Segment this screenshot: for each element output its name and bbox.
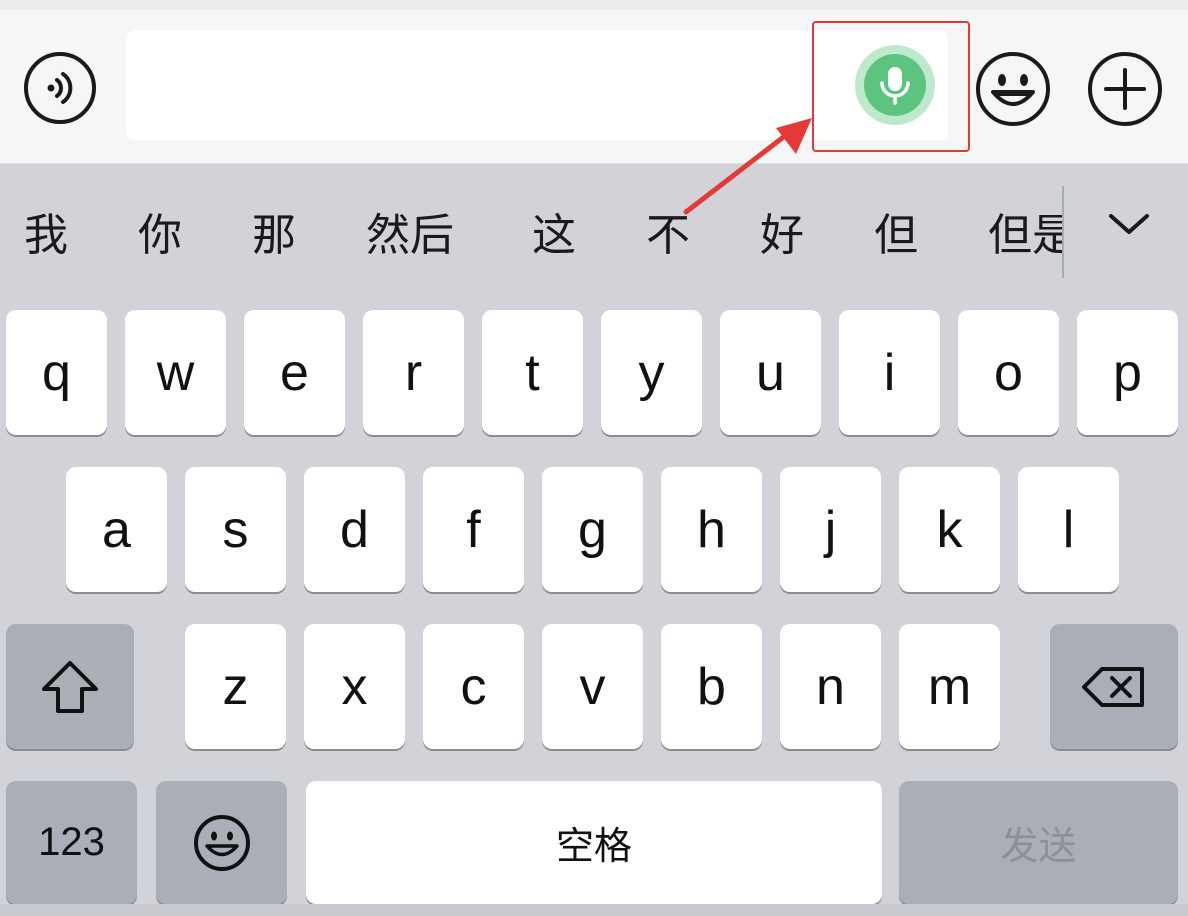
key-s[interactable]: s — [185, 467, 286, 592]
chat-input-bar — [0, 0, 1188, 164]
key-a[interactable]: a — [66, 467, 167, 592]
bottom-strip — [0, 904, 1188, 916]
key-j[interactable]: j — [780, 467, 881, 592]
key-n[interactable]: n — [780, 624, 881, 749]
candidate-word[interactable]: 你 — [138, 208, 182, 264]
candidate-word[interactable]: 然后 — [366, 208, 454, 264]
voice-input-button[interactable] — [855, 45, 935, 125]
shift-key[interactable] — [6, 624, 134, 749]
microphone-icon — [880, 67, 910, 105]
space-key[interactable]: 空格 — [306, 781, 882, 904]
voice-mode-icon — [24, 52, 96, 124]
emoji-icon — [193, 814, 250, 871]
key-h[interactable]: h — [661, 467, 762, 592]
top-strip — [0, 0, 1188, 10]
key-k[interactable]: k — [899, 467, 1000, 592]
candidate-word[interactable]: 但 — [874, 208, 918, 264]
key-g[interactable]: g — [542, 467, 643, 592]
emoji-button[interactable] — [974, 50, 1052, 128]
key-x[interactable]: x — [304, 624, 405, 749]
send-key[interactable]: 发送 — [899, 781, 1178, 904]
key-v[interactable]: v — [542, 624, 643, 749]
voice-mode-button[interactable] — [22, 50, 98, 126]
key-f[interactable]: f — [423, 467, 524, 592]
key-w[interactable]: w — [125, 310, 226, 435]
key-m[interactable]: m — [899, 624, 1000, 749]
candidate-bar: 我 你 那 然后 这 不 好 但 但是 — [0, 164, 1188, 304]
candidate-word[interactable]: 但是 — [988, 208, 1062, 264]
candidate-clip: 但是 — [988, 208, 1062, 268]
shift-icon — [42, 660, 98, 713]
backspace-key[interactable] — [1050, 624, 1178, 749]
key-t[interactable]: t — [482, 310, 583, 435]
emoji-icon — [976, 52, 1050, 126]
candidate-word[interactable]: 我 — [24, 208, 68, 264]
key-b[interactable]: b — [661, 624, 762, 749]
key-c[interactable]: c — [423, 624, 524, 749]
key-d[interactable]: d — [304, 467, 405, 592]
candidate-word[interactable]: 这 — [532, 208, 576, 264]
key-p[interactable]: p — [1077, 310, 1178, 435]
candidate-word[interactable]: 不 — [646, 208, 690, 264]
key-e[interactable]: e — [244, 310, 345, 435]
voice-input-button-inner — [864, 54, 926, 116]
plus-icon — [1088, 52, 1162, 126]
key-i[interactable]: i — [839, 310, 940, 435]
more-functions-button[interactable] — [1086, 50, 1164, 128]
key-y[interactable]: y — [601, 310, 702, 435]
candidate-divider — [1062, 186, 1064, 278]
backspace-icon — [1082, 666, 1144, 707]
numbers-key[interactable]: 123 — [6, 781, 137, 904]
chevron-down-icon — [1109, 214, 1149, 234]
key-q[interactable]: q — [6, 310, 107, 435]
candidate-word[interactable]: 那 — [252, 208, 296, 264]
emoji-key[interactable] — [156, 781, 287, 904]
expand-candidates-button[interactable] — [1104, 204, 1154, 244]
key-u[interactable]: u — [720, 310, 821, 435]
message-input[interactable] — [126, 30, 948, 140]
key-l[interactable]: l — [1018, 467, 1119, 592]
key-o[interactable]: o — [958, 310, 1059, 435]
key-r[interactable]: r — [363, 310, 464, 435]
candidate-word[interactable]: 好 — [760, 208, 804, 264]
key-z[interactable]: z — [185, 624, 286, 749]
